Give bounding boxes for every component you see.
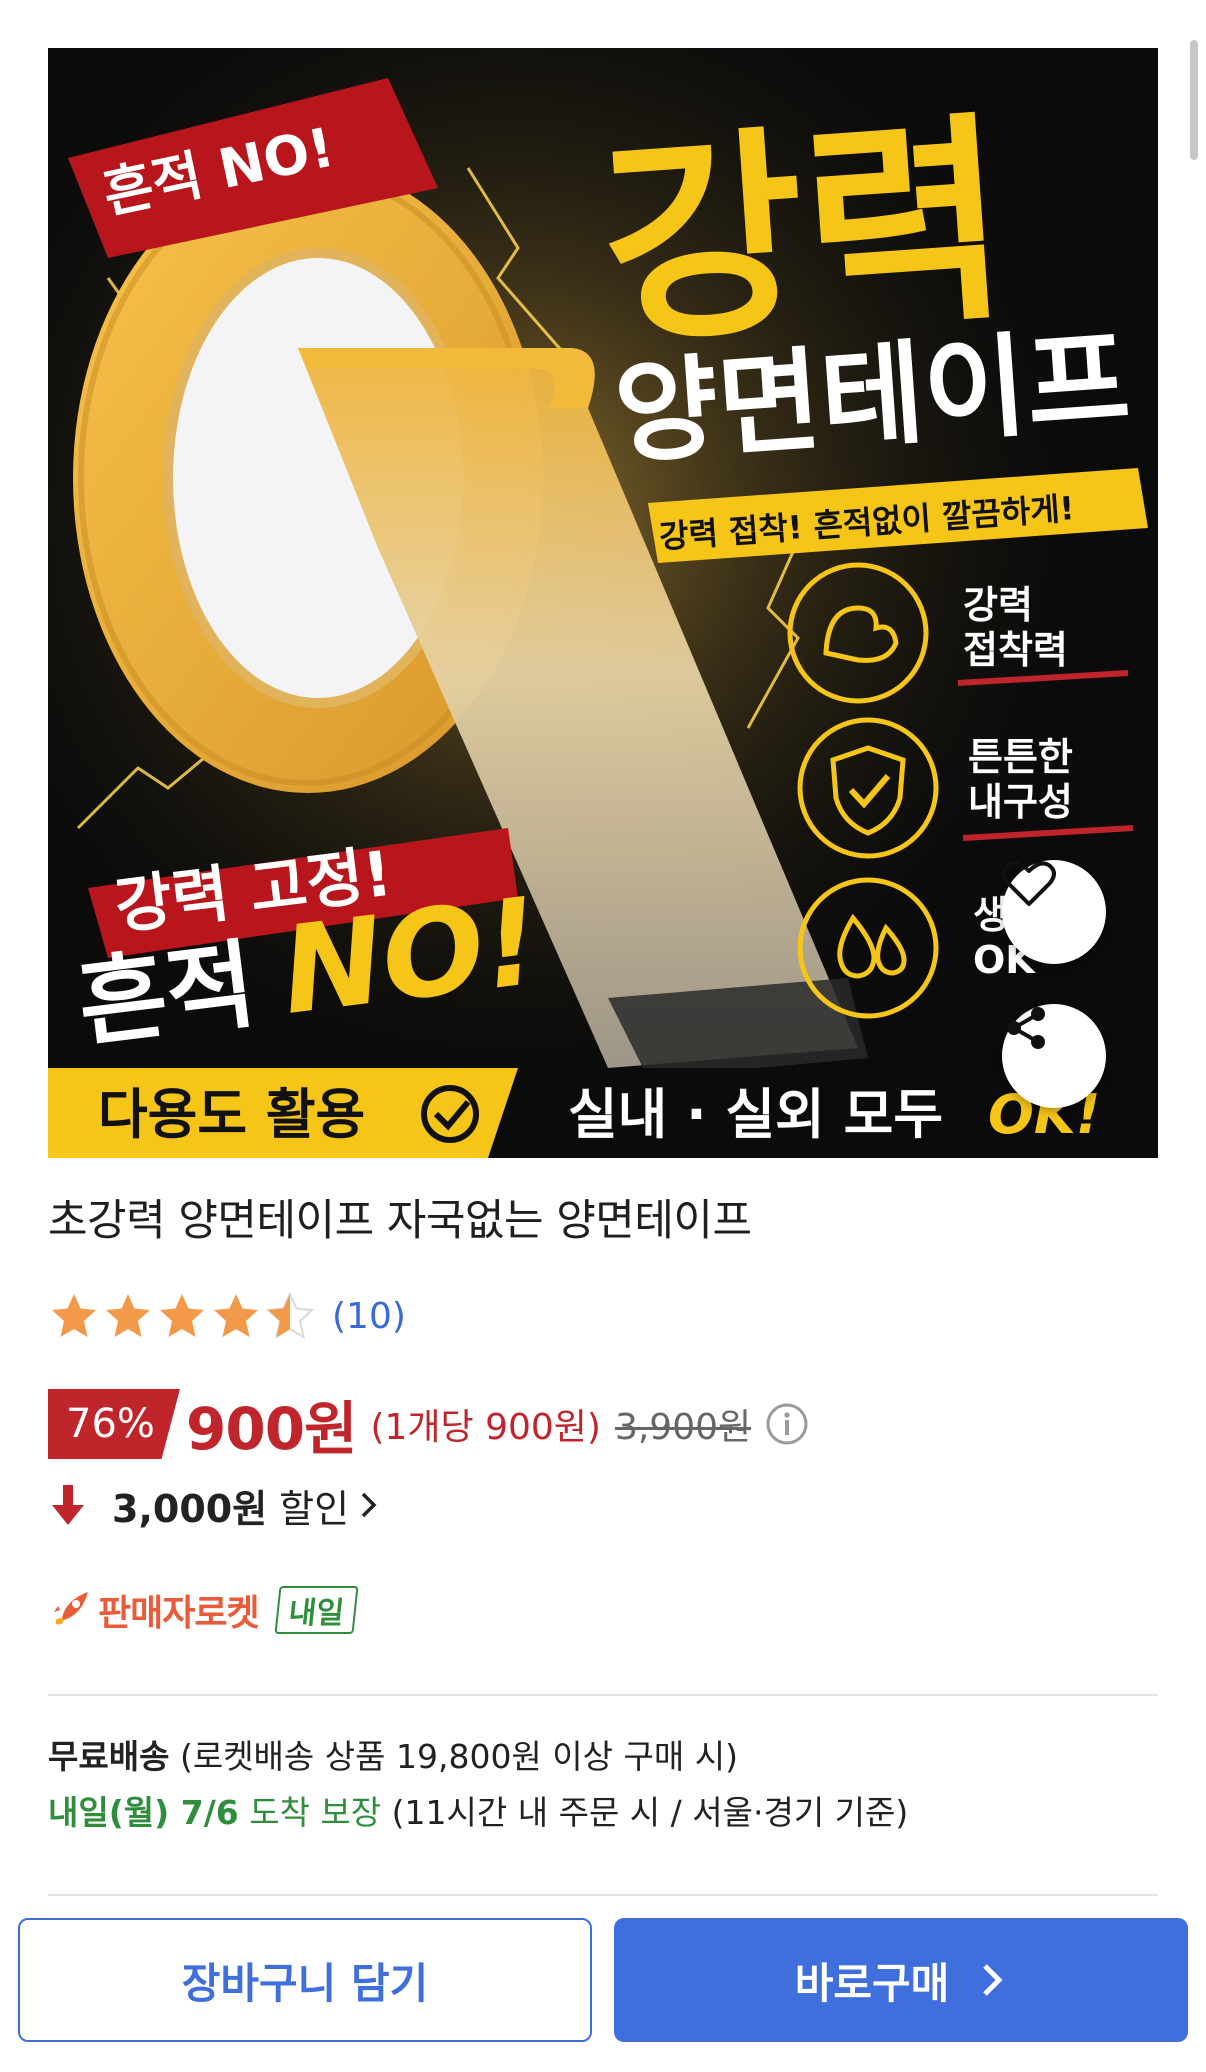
feature-2-line2: 내구성 xyxy=(968,780,1073,824)
divider xyxy=(48,1894,1158,1896)
product-image-art: 흔적 NO! 강력 양면테이프 강력 접착! 흔적없이 깔끔하게! 강력 접착력… xyxy=(48,48,1158,1158)
arrival-line: 내일(월) 7/6 도착 보장 (11시간 내 주문 시 / 서울·경기 기준) xyxy=(48,1786,908,1834)
rating-row[interactable]: (10) xyxy=(48,1288,406,1344)
star-rating xyxy=(48,1291,316,1341)
arrival-date: 내일(월) 7/6 xyxy=(48,1793,239,1832)
chevron-right-icon xyxy=(983,1964,1003,1996)
arrow-down-icon xyxy=(52,1485,84,1525)
feature-1-line1: 강력 xyxy=(963,583,1033,627)
coupon-discount-row[interactable]: 3,000원 할인 xyxy=(48,1470,379,1540)
chevron-right-icon xyxy=(359,1490,379,1520)
share-icon xyxy=(1007,1007,1045,1049)
price-row: 76% 900원 (1개당 900원) 3,900원 xyxy=(48,1388,809,1463)
scrollbar[interactable] xyxy=(1190,40,1198,160)
original-price: 3,900원 xyxy=(614,1407,752,1448)
arrival-condition: (11시간 내 주문 시 / 서울·경기 기준) xyxy=(391,1793,909,1832)
star-full-icon xyxy=(160,1294,204,1337)
feature-1-line2: 접착력 xyxy=(963,628,1068,672)
free-shipping-line: 무료배송 (로켓배송 상품 19,800원 이상 구매 시) xyxy=(48,1730,738,1778)
add-to-cart-button[interactable]: 장바구니 담기 xyxy=(18,1918,592,2042)
free-shipping-condition: (로켓배송 상품 19,800원 이상 구매 시) xyxy=(179,1737,738,1776)
share-button[interactable] xyxy=(1002,1004,1106,1108)
heart-icon xyxy=(1002,861,1056,906)
tomorrow-badge: 내일 xyxy=(274,1586,359,1634)
buy-now-label: 바로구매 xyxy=(794,1958,950,2008)
buy-now-button[interactable]: 바로구매 xyxy=(614,1918,1188,2042)
unit-price: (1개당 900원) xyxy=(370,1407,601,1448)
star-full-icon xyxy=(52,1294,96,1337)
arrival-guarantee: 도착 보장 xyxy=(249,1793,382,1832)
discount-badge: 76% xyxy=(48,1389,180,1459)
free-shipping-label: 무료배송 xyxy=(48,1737,170,1776)
coupon-amount: 3,000원 xyxy=(112,1486,268,1531)
rocket-label: 판매자로켓 xyxy=(98,1593,260,1634)
product-title: 초강력 양면테이프 자국없는 양면테이프 xyxy=(48,1196,752,1246)
rocket-icon xyxy=(54,1592,88,1625)
star-half-icon xyxy=(265,1291,315,1340)
star-full-icon xyxy=(106,1294,150,1337)
divider xyxy=(48,1694,1158,1696)
add-to-cart-label: 장바구니 담기 xyxy=(181,1958,429,2008)
image-slogan-2a: 흔적 xyxy=(72,928,261,1061)
info-icon[interactable] xyxy=(765,1402,809,1446)
wishlist-button[interactable] xyxy=(1002,860,1106,964)
feature-2-line1: 튼튼한 xyxy=(968,735,1073,779)
rocket-delivery-row: 판매자로켓 내일 xyxy=(48,1574,359,1646)
image-bottom-right-a: 실내 · 실외 모두 xyxy=(568,1083,943,1146)
sale-price: 900원 xyxy=(186,1395,357,1463)
coupon-label: 할인 xyxy=(279,1486,350,1531)
product-image[interactable]: 흔적 NO! 강력 양면테이프 강력 접착! 흔적없이 깔끔하게! 강력 접착력… xyxy=(48,48,1158,1158)
star-full-icon xyxy=(214,1294,258,1337)
image-bottom-left: 다용도 활용 xyxy=(98,1083,365,1146)
review-count[interactable]: (10) xyxy=(332,1296,406,1337)
